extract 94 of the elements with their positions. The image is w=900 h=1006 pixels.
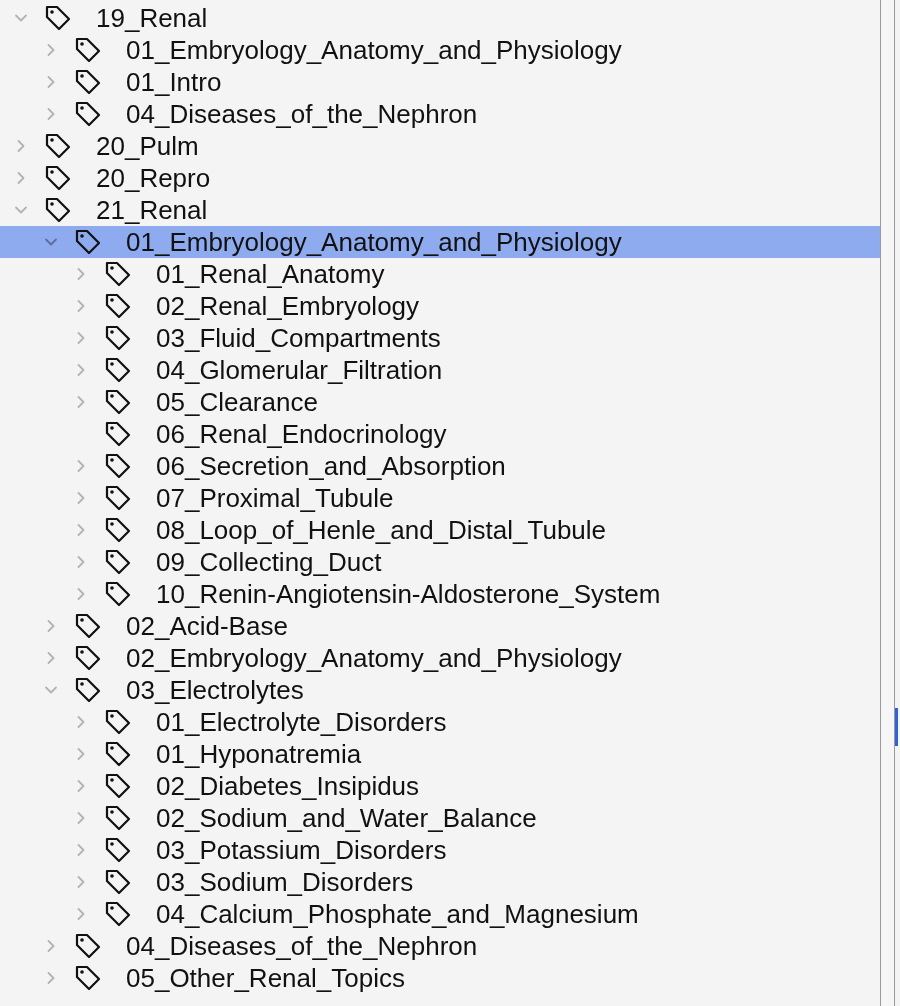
tree-row[interactable]: 09_Collecting_Duct bbox=[0, 546, 880, 578]
tag-icon bbox=[74, 644, 102, 672]
tag-icon bbox=[44, 164, 72, 192]
tag-label: 20_Pulm bbox=[96, 130, 199, 162]
tag-icon bbox=[74, 100, 102, 128]
tag-icon bbox=[104, 420, 132, 448]
tree-row[interactable]: 03_Fluid_Compartments bbox=[0, 322, 880, 354]
tag-label: 04_Glomerular_Filtration bbox=[156, 354, 443, 386]
tag-label: 02_Diabetes_Insipidus bbox=[156, 770, 420, 802]
tag-label: 03_Potassium_Disorders bbox=[156, 834, 447, 866]
tree-row[interactable]: 01_Electrolyte_Disorders bbox=[0, 706, 880, 738]
tree-row[interactable]: 19_Renal bbox=[0, 2, 880, 34]
tag-label: 01_Electrolyte_Disorders bbox=[156, 706, 447, 738]
tag-icon bbox=[104, 900, 132, 928]
tag-label: 02_Renal_Embryology bbox=[156, 290, 420, 322]
tag-icon bbox=[74, 68, 102, 96]
tree-row[interactable]: 04_Calcium_Phosphate_and_Magnesium bbox=[0, 898, 880, 930]
tree-row[interactable]: 01_Intro bbox=[0, 66, 880, 98]
tag-label: 04_Diseases_of_the_Nephron bbox=[126, 98, 478, 130]
tag-icon bbox=[104, 708, 132, 736]
tree-row[interactable]: 10_Renin-Angiotensin-Aldosterone_System bbox=[0, 578, 880, 610]
tree-row[interactable]: 04_Diseases_of_the_Nephron bbox=[0, 930, 880, 962]
tree-row[interactable]: 20_Repro bbox=[0, 162, 880, 194]
tree-row[interactable]: 02_Embryology_Anatomy_and_Physiology bbox=[0, 642, 880, 674]
tag-label: 01_Intro bbox=[126, 66, 222, 98]
tree-row[interactable]: 06_Renal_Endocrinology bbox=[0, 418, 880, 450]
tag-icon bbox=[44, 132, 72, 160]
tag-icon bbox=[104, 548, 132, 576]
tag-label: 19_Renal bbox=[96, 2, 208, 34]
tag-icon bbox=[104, 260, 132, 288]
tag-label: 01_Embryology_Anatomy_and_Physiology bbox=[126, 34, 622, 66]
tag-icon bbox=[104, 772, 132, 800]
tag-label: 02_Sodium_and_Water_Balance bbox=[156, 802, 537, 834]
tree-row[interactable]: 02_Acid-Base bbox=[0, 610, 880, 642]
tree-row[interactable]: 20_Pulm bbox=[0, 130, 880, 162]
tree-row[interactable]: 05_Other_Renal_Topics bbox=[0, 962, 880, 994]
tag-label: 08_Loop_of_Henle_and_Distal_Tubule bbox=[156, 514, 607, 546]
tree-row[interactable]: 01_Embryology_Anatomy_and_Physiology bbox=[0, 226, 880, 258]
tag-label: 01_Renal_Anatomy bbox=[156, 258, 385, 290]
tag-icon bbox=[74, 612, 102, 640]
tag-label: 01_Hyponatremia bbox=[156, 738, 362, 770]
tree-row[interactable]: 01_Embryology_Anatomy_and_Physiology bbox=[0, 34, 880, 66]
tag-icon bbox=[104, 740, 132, 768]
tag-icon bbox=[104, 804, 132, 832]
tag-label: 07_Proximal_Tubule bbox=[156, 482, 394, 514]
tag-icon bbox=[104, 388, 132, 416]
tag-label: 04_Calcium_Phosphate_and_Magnesium bbox=[156, 898, 639, 930]
tag-label: 01_Embryology_Anatomy_and_Physiology bbox=[126, 226, 622, 258]
tree-row[interactable]: 01_Renal_Anatomy bbox=[0, 258, 880, 290]
tag-label: 02_Embryology_Anatomy_and_Physiology bbox=[126, 642, 622, 674]
tag-icon bbox=[74, 676, 102, 704]
tag-icon bbox=[44, 196, 72, 224]
tree-row[interactable]: 04_Glomerular_Filtration bbox=[0, 354, 880, 386]
tag-icon bbox=[74, 932, 102, 960]
tag-label: 03_Fluid_Compartments bbox=[156, 322, 441, 354]
tag-label: 05_Clearance bbox=[156, 386, 318, 418]
tag-icon bbox=[104, 484, 132, 512]
tree-row[interactable]: 02_Sodium_and_Water_Balance bbox=[0, 802, 880, 834]
tag-icon bbox=[104, 324, 132, 352]
tree-row[interactable]: 06_Secretion_and_Absorption bbox=[0, 450, 880, 482]
tag-icon bbox=[104, 292, 132, 320]
tag-label: 06_Secretion_and_Absorption bbox=[156, 450, 506, 482]
tag-label: 10_Renin-Angiotensin-Aldosterone_System bbox=[156, 578, 661, 610]
tree-row[interactable]: 07_Proximal_Tubule bbox=[0, 482, 880, 514]
tag-icon bbox=[104, 452, 132, 480]
position-marker bbox=[895, 708, 898, 746]
tree-row[interactable]: 01_Hyponatremia bbox=[0, 738, 880, 770]
tag-icon bbox=[74, 964, 102, 992]
tag-icon bbox=[104, 580, 132, 608]
tag-label: 03_Electrolytes bbox=[126, 674, 304, 706]
tag-icon bbox=[104, 836, 132, 864]
tree-row[interactable]: 02_Diabetes_Insipidus bbox=[0, 770, 880, 802]
tag-icon bbox=[74, 228, 102, 256]
tree-row[interactable]: 03_Potassium_Disorders bbox=[0, 834, 880, 866]
tag-label: 09_Collecting_Duct bbox=[156, 546, 382, 578]
tree-row[interactable]: 03_Electrolytes bbox=[0, 674, 880, 706]
tree-row[interactable]: 08_Loop_of_Henle_and_Distal_Tubule bbox=[0, 514, 880, 546]
tag-icon bbox=[74, 36, 102, 64]
tag-icon bbox=[104, 356, 132, 384]
tag-label: 04_Diseases_of_the_Nephron bbox=[126, 930, 478, 962]
tree-row[interactable]: 21_Renal bbox=[0, 194, 880, 226]
tag-icon bbox=[104, 516, 132, 544]
tree-row[interactable]: 05_Clearance bbox=[0, 386, 880, 418]
tag-label: 21_Renal bbox=[96, 194, 208, 226]
tag-label: 03_Sodium_Disorders bbox=[156, 866, 414, 898]
tree-row[interactable]: 03_Sodium_Disorders bbox=[0, 866, 880, 898]
tree-row[interactable]: 02_Renal_Embryology bbox=[0, 290, 880, 322]
tag-label: 06_Renal_Endocrinology bbox=[156, 418, 447, 450]
tag-label: 02_Acid-Base bbox=[126, 610, 288, 642]
tag-label: 20_Repro bbox=[96, 162, 211, 194]
tree-row[interactable]: 04_Diseases_of_the_Nephron bbox=[0, 98, 880, 130]
tag-icon bbox=[44, 4, 72, 32]
tag-label: 05_Other_Renal_Topics bbox=[126, 962, 405, 994]
tag-icon bbox=[104, 868, 132, 896]
